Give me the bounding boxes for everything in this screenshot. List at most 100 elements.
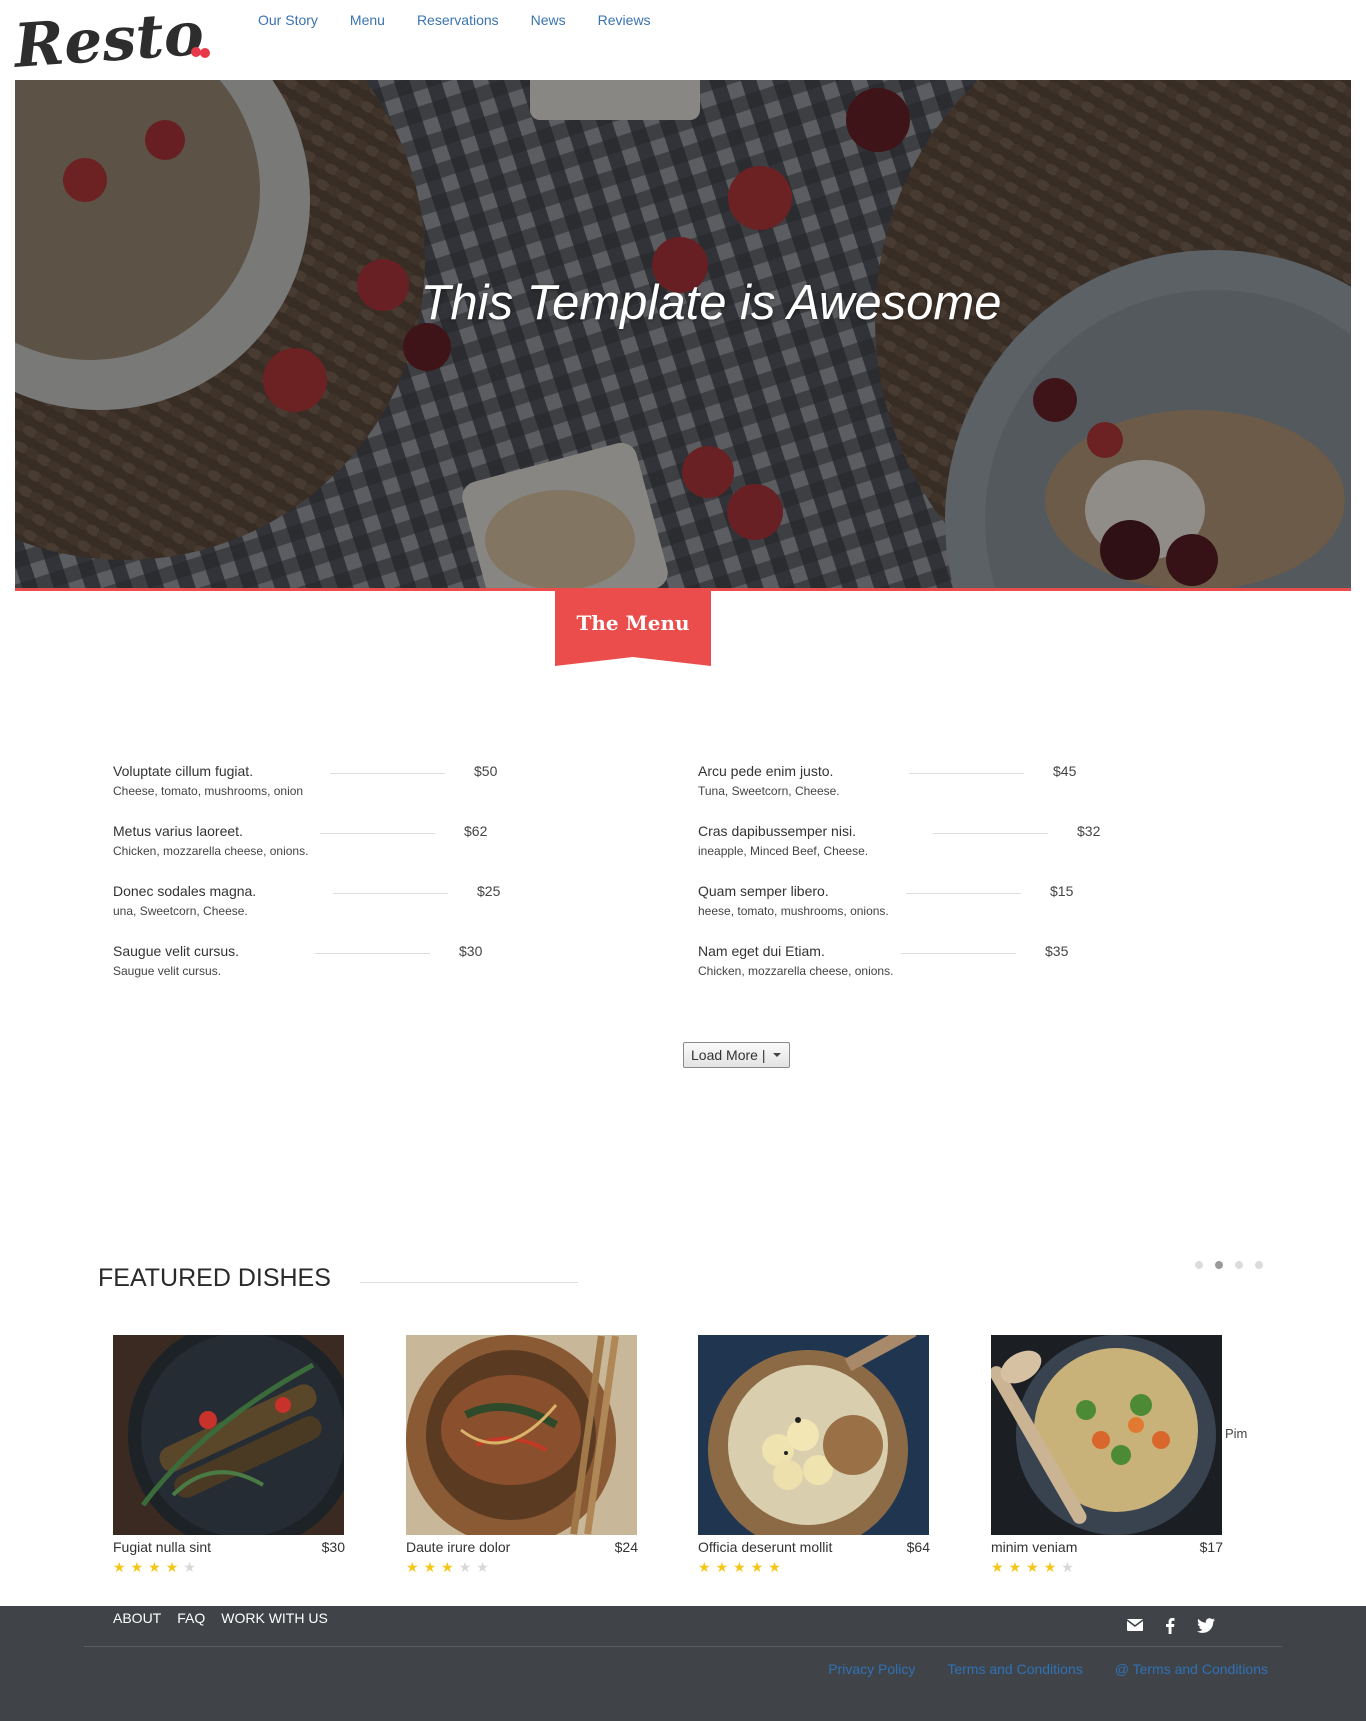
carousel-dot[interactable]: [1255, 1261, 1263, 1269]
carousel-dot-active[interactable]: [1215, 1261, 1223, 1269]
menu-item-divider: [901, 953, 1016, 954]
menu-item-desc: Saugue velit cursus.: [113, 964, 222, 978]
footer-link-faq[interactable]: FAQ: [177, 1610, 205, 1626]
menu-item-divider: [315, 953, 430, 954]
dish-rating: ★ ★ ★ ★ ★: [113, 1559, 201, 1576]
social-links: [1126, 1618, 1237, 1639]
menu-item-desc: Cheese, tomato, mushrooms, onion: [113, 784, 304, 798]
menu-item-divider: [933, 833, 1048, 834]
dish-price: $24: [614, 1539, 638, 1555]
star-empty-icon: ★: [183, 1559, 196, 1575]
svg-text:Resto: Resto: [14, 0, 206, 76]
menu-item-name: Voluptate cillum fugiat.: [113, 763, 254, 779]
menu-item-price: $15: [1050, 883, 1074, 899]
menu-item-name: Arcu pede enim justo.: [698, 763, 834, 779]
site-header: Resto Our Story Menu Reservations News R…: [0, 0, 1366, 82]
nav-news[interactable]: News: [531, 12, 566, 28]
featured-dishes-title: FEATURED DISHES: [98, 1264, 331, 1292]
menu-item-name: Saugue velit cursus.: [113, 943, 240, 959]
menu-item-price: $45: [1053, 763, 1077, 779]
dish-name: Daute irure dolor: [406, 1539, 511, 1555]
twitter-icon[interactable]: [1197, 1618, 1215, 1639]
dish-photo[interactable]: [113, 1335, 344, 1535]
dish-photo[interactable]: [991, 1335, 1222, 1535]
star-icon: ★: [130, 1559, 144, 1575]
next-dish-peek-label: Pim: [1225, 1426, 1248, 1441]
menu-ribbon-label: The Menu: [576, 611, 690, 635]
dish-price: $17: [1199, 1539, 1223, 1555]
hero-title: This Template is Awesome: [420, 276, 1002, 330]
menu-item-name: Nam eget dui Etiam.: [698, 943, 825, 959]
star-icon: ★: [113, 1559, 126, 1575]
star-empty-icon: ★: [458, 1559, 472, 1575]
menu-item-desc: ineapple, Minced Beef, Cheese.: [698, 844, 869, 858]
star-icon: ★: [991, 1559, 1004, 1575]
menu-item-divider: [909, 773, 1024, 774]
mail-icon[interactable]: [1126, 1618, 1144, 1639]
terms-link-secondary[interactable]: @ Terms and Conditions: [1115, 1661, 1268, 1677]
menu-item-price: $25: [477, 883, 501, 899]
facebook-icon[interactable]: [1165, 1618, 1175, 1639]
nav-reservations[interactable]: Reservations: [417, 12, 499, 28]
dish-photo[interactable]: [406, 1335, 637, 1535]
menu-item-desc: heese, tomato, mushrooms, onions.: [698, 904, 889, 918]
dish-name: Fugiat nulla sint: [113, 1539, 212, 1555]
star-icon: ★: [1008, 1559, 1022, 1575]
menu-item-desc: Tuna, Sweetcorn, Cheese.: [698, 784, 840, 798]
footer-divider: [84, 1646, 1282, 1647]
featured-divider: [360, 1282, 578, 1283]
menu-item-divider: [906, 893, 1021, 894]
hero-banner: This Template is Awesome: [15, 80, 1351, 588]
menu-item-desc: Chicken, mozzarella cheese, onions.: [698, 964, 894, 978]
legal-links: Privacy Policy Terms and Conditions @ Te…: [796, 1661, 1268, 1677]
carousel-dot[interactable]: [1235, 1261, 1243, 1269]
footer-link-about[interactable]: ABOUT: [113, 1610, 161, 1626]
menu-item-price: $32: [1077, 823, 1101, 839]
dish-photo[interactable]: [698, 1335, 929, 1535]
site-footer: ABOUT FAQ WORK WITH US Privacy Policy Te…: [0, 1606, 1366, 1721]
resto-logo[interactable]: Resto: [10, 0, 214, 82]
star-icon: ★: [750, 1559, 764, 1575]
menu-ribbon: The Menu: [555, 591, 711, 666]
footer-links: ABOUT FAQ WORK WITH US: [113, 1610, 344, 1626]
caret-down-icon: [773, 1053, 782, 1057]
menu-item-divider: [330, 773, 445, 774]
star-icon: ★: [698, 1559, 711, 1575]
star-empty-icon: ★: [1061, 1559, 1074, 1575]
privacy-policy-link[interactable]: Privacy Policy: [828, 1661, 915, 1677]
dish-rating: ★ ★ ★ ★ ★: [991, 1559, 1079, 1576]
nav-our-story[interactable]: Our Story: [258, 12, 318, 28]
nav-menu[interactable]: Menu: [350, 12, 385, 28]
load-more-label: Load More |: [691, 1047, 766, 1063]
star-empty-icon: ★: [476, 1559, 489, 1575]
menu-item-price: $30: [459, 943, 483, 959]
dish-rating: ★ ★ ★ ★ ★: [406, 1559, 494, 1576]
menu-item-divider: [320, 833, 435, 834]
menu-item-price: $35: [1045, 943, 1069, 959]
dish-name: Officia deserunt mollit: [698, 1539, 833, 1555]
menu-item-price: $50: [474, 763, 498, 779]
dish-price: $64: [906, 1539, 930, 1555]
carousel-dot[interactable]: [1195, 1261, 1203, 1269]
star-icon: ★: [733, 1559, 746, 1575]
star-icon: ★: [148, 1559, 161, 1575]
star-icon: ★: [441, 1559, 454, 1575]
star-icon: ★: [1043, 1559, 1057, 1575]
menu-item-name: Metus varius laoreet.: [113, 823, 243, 839]
menu-item-name: Cras dapibussemper nisi.: [698, 823, 856, 839]
star-icon: ★: [715, 1559, 729, 1575]
dish-price: $30: [321, 1539, 345, 1555]
footer-link-work-with-us[interactable]: WORK WITH US: [221, 1610, 328, 1626]
menu-item-desc: Chicken, mozzarella cheese, onions.: [113, 844, 309, 858]
star-icon: ★: [768, 1559, 781, 1575]
menu-item-name: Quam semper libero.: [698, 883, 829, 899]
nav-reviews[interactable]: Reviews: [598, 12, 651, 28]
dish-rating: ★ ★ ★ ★ ★: [698, 1559, 786, 1576]
star-icon: ★: [1026, 1559, 1039, 1575]
load-more-button[interactable]: Load More |: [683, 1042, 790, 1068]
main-nav: Our Story Menu Reservations News Reviews: [258, 12, 683, 28]
terms-link[interactable]: Terms and Conditions: [947, 1661, 1082, 1677]
star-icon: ★: [165, 1559, 179, 1575]
menu-item-name: Donec sodales magna.: [113, 883, 257, 899]
star-icon: ★: [423, 1559, 437, 1575]
